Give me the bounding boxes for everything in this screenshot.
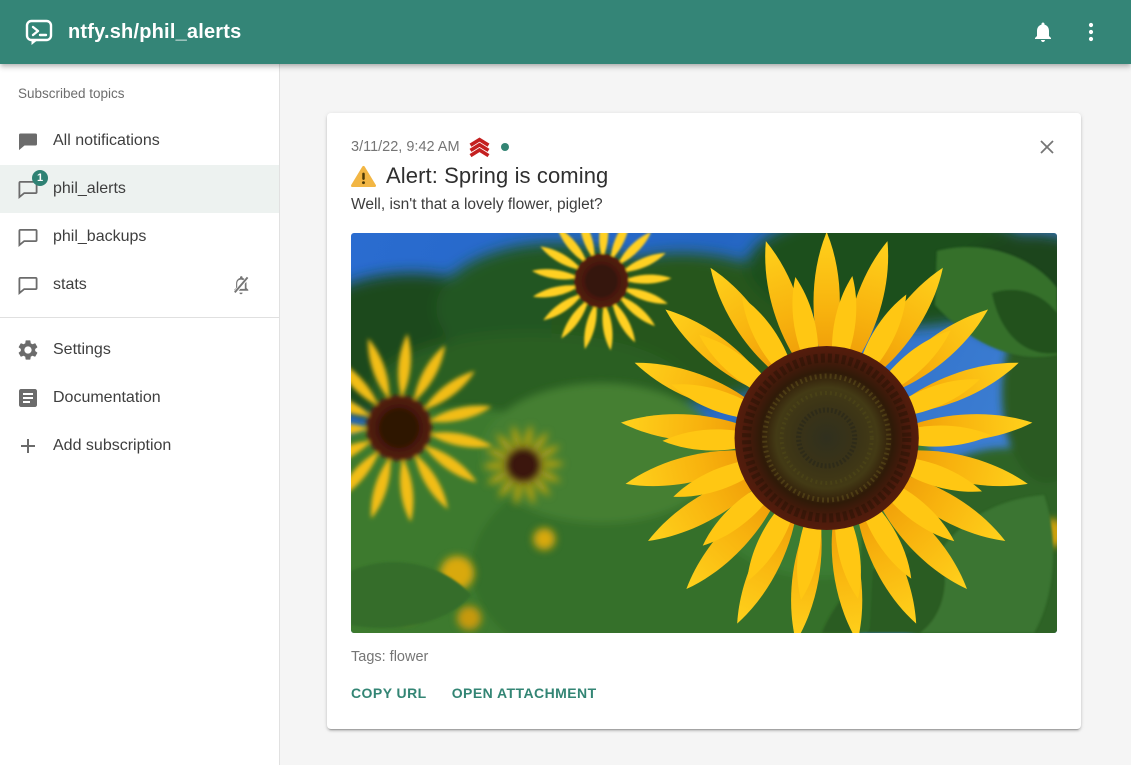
- overflow-menu-button[interactable]: [1067, 8, 1115, 56]
- sidebar-item-stats[interactable]: stats: [0, 261, 279, 309]
- notification-meta: 3/11/22, 9:42 AM: [351, 137, 1057, 157]
- sidebar-item-documentation[interactable]: Documentation: [0, 374, 279, 422]
- app-header: ntfy.sh/phil_alerts: [0, 0, 1131, 64]
- unread-dot: [501, 143, 509, 151]
- notification-timestamp: 3/11/22, 9:42 AM: [351, 139, 460, 155]
- attachment-image[interactable]: [351, 233, 1057, 633]
- sidebar-item-phil-alerts[interactable]: 1 phil_alerts: [0, 165, 279, 213]
- sidebar-item-add-subscription[interactable]: Add subscription: [0, 422, 279, 470]
- notification-title-row: Alert: Spring is coming: [351, 162, 1057, 190]
- article-icon: [16, 386, 40, 410]
- priority-high-icon: [467, 137, 492, 158]
- open-attachment-button[interactable]: OPEN ATTACHMENT: [452, 681, 597, 705]
- notification-card: 3/11/22, 9:42 AM Alert: Spring is coming: [327, 113, 1081, 729]
- sidebar-item-phil-backups[interactable]: phil_backups: [0, 213, 279, 261]
- kebab-menu-icon: [1079, 20, 1103, 44]
- sidebar-item-label: Add subscription: [53, 437, 171, 455]
- unread-count-badge: 1: [32, 170, 48, 186]
- page-title: ntfy.sh/phil_alerts: [68, 21, 241, 44]
- sidebar-item-label: Documentation: [53, 389, 161, 407]
- warning-emoji-icon: [351, 165, 376, 188]
- sidebar-item-all-notifications[interactable]: All notifications: [0, 117, 279, 165]
- main-content: 3/11/22, 9:42 AM Alert: Spring is coming: [280, 64, 1131, 765]
- plus-icon: [16, 434, 40, 458]
- sidebar: Subscribed topics All notifications 1 ph…: [0, 64, 280, 765]
- sidebar-item-label: phil_alerts: [53, 180, 126, 198]
- copy-url-button[interactable]: COPY URL: [351, 681, 427, 705]
- notification-tags: Tags: flower: [351, 649, 1057, 665]
- notifications-bell-button[interactable]: [1019, 8, 1067, 56]
- notification-actions: COPY URL OPEN ATTACHMENT: [351, 681, 1057, 705]
- chat-bubble-outline-icon: 1: [16, 177, 40, 201]
- close-icon: [1036, 136, 1058, 158]
- chat-bubble-filled-icon: [16, 129, 40, 153]
- sidebar-item-settings[interactable]: Settings: [0, 326, 279, 374]
- bell-muted-icon: [229, 273, 253, 297]
- subscribed-topics-label: Subscribed topics: [0, 64, 279, 117]
- gear-icon: [16, 338, 40, 362]
- chat-bubble-outline-icon: [16, 273, 40, 297]
- sidebar-item-label: phil_backups: [53, 228, 146, 246]
- close-notification-button[interactable]: [1027, 127, 1067, 167]
- ntfy-logo-icon: [24, 17, 54, 47]
- sidebar-divider: [0, 317, 279, 318]
- chat-bubble-outline-icon: [16, 225, 40, 249]
- notification-title: Alert: Spring is coming: [386, 163, 608, 189]
- notification-body: Well, isn't that a lovely flower, piglet…: [351, 194, 1057, 215]
- sidebar-item-label: stats: [53, 276, 87, 294]
- sidebar-item-label: All notifications: [53, 132, 160, 150]
- sidebar-item-label: Settings: [53, 341, 111, 359]
- bell-icon: [1031, 20, 1055, 44]
